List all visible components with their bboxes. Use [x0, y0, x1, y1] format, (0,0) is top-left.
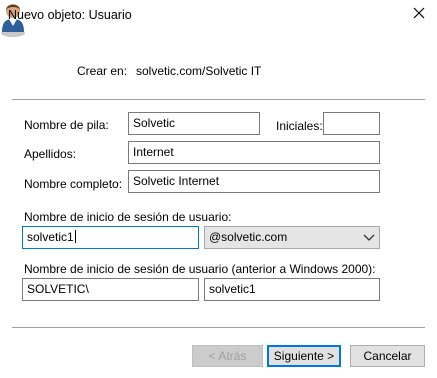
first-name-label: Nombre de pila:: [24, 118, 109, 132]
logon-name-label: Nombre de inicio de sesión de usuario:: [24, 210, 232, 224]
last-name-label: Apellidos:: [24, 147, 77, 161]
dialog-title: Nuevo objeto: Usuario: [8, 8, 132, 22]
create-in-label: Crear en:: [77, 64, 128, 78]
pre2000-domain-field[interactable]: SOLVETIC\: [22, 278, 199, 301]
initials-field[interactable]: [323, 112, 380, 135]
pre2000-label: Nombre de inicio de sesión de usuario (a…: [24, 262, 376, 276]
domain-select-value: @solvetic.com: [209, 230, 288, 244]
first-name-field[interactable]: Solvetic: [128, 112, 260, 135]
separator: [12, 327, 425, 328]
separator: [12, 99, 425, 100]
domain-select[interactable]: @solvetic.com: [204, 226, 380, 249]
last-name-field[interactable]: Internet: [128, 141, 380, 164]
create-in-value: solvetic.com/Solvetic IT: [136, 64, 262, 78]
close-icon[interactable]: [410, 4, 428, 22]
full-name-field[interactable]: Solvetic Internet: [128, 170, 380, 193]
pre2000-name-field[interactable]: solvetic1: [204, 278, 380, 301]
chevron-down-icon: [363, 234, 375, 241]
next-button[interactable]: Siguiente >: [267, 345, 341, 367]
back-button[interactable]: < Atrás: [192, 345, 263, 367]
logon-name-value: solvetic1: [27, 230, 74, 244]
cancel-button[interactable]: Cancelar: [350, 345, 425, 367]
logon-name-field[interactable]: solvetic1: [22, 226, 199, 249]
initials-label: Iniciales:: [276, 119, 323, 133]
full-name-label: Nombre completo:: [24, 177, 123, 191]
text-caret: [74, 230, 76, 243]
